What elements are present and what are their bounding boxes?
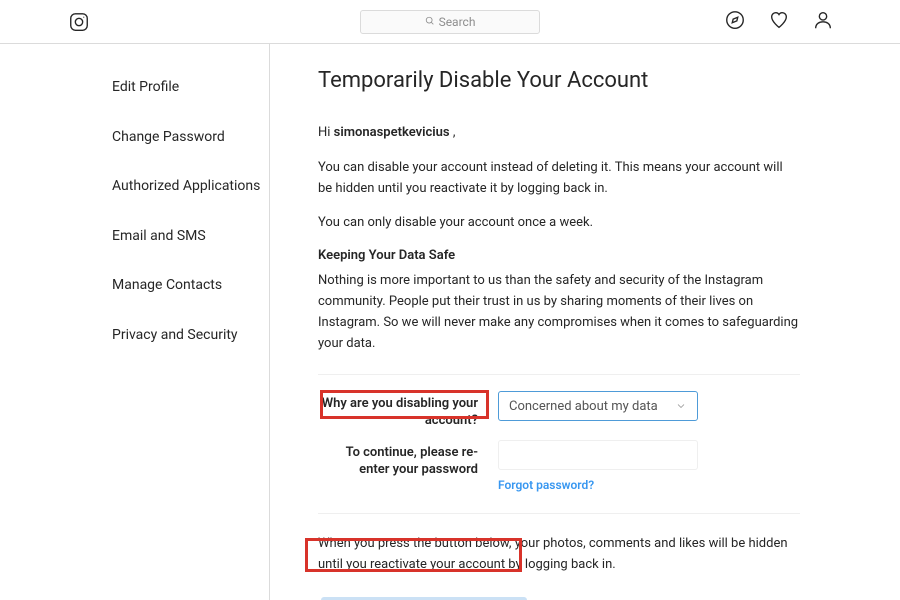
- reason-label: Why are you disabling your account?: [318, 391, 498, 430]
- nav-icons: [724, 9, 834, 35]
- password-row: To continue, please re-enter your passwo…: [318, 440, 800, 493]
- sidebar-item-manage-contacts[interactable]: Manage Contacts: [60, 266, 269, 306]
- safe-heading: Keeping Your Data Safe: [318, 248, 800, 263]
- reason-select[interactable]: Concerned about my data: [498, 391, 698, 421]
- search-wrap: Search: [360, 10, 540, 34]
- sidebar-item-label: Manage Contacts: [112, 277, 222, 293]
- info-paragraph-1: You can disable your account instead of …: [318, 158, 800, 200]
- info-paragraph-3: Nothing is more important to us than the…: [318, 271, 800, 354]
- search-placeholder: Search: [439, 15, 476, 29]
- password-input[interactable]: [498, 440, 698, 470]
- top-nav: Search: [0, 0, 900, 44]
- sidebar-item-authorized-apps[interactable]: Authorized Applications: [60, 167, 269, 207]
- explore-icon[interactable]: [724, 9, 746, 35]
- sidebar-item-privacy-security[interactable]: Privacy and Security: [60, 316, 269, 356]
- reason-value: Concerned about my data: [509, 399, 658, 414]
- info-paragraph-2: You can only disable your account once a…: [318, 213, 800, 234]
- forgot-password-link[interactable]: Forgot password?: [498, 478, 594, 492]
- sidebar-item-email-sms[interactable]: Email and SMS: [60, 217, 269, 257]
- sidebar-item-label: Change Password: [112, 129, 225, 145]
- instagram-icon: [68, 11, 90, 33]
- logo[interactable]: [60, 11, 260, 33]
- heart-icon[interactable]: [768, 9, 790, 35]
- main-panel: Temporarily Disable Your Account Hi simo…: [270, 44, 840, 600]
- password-label: To continue, please re-enter your passwo…: [318, 440, 498, 479]
- profile-icon[interactable]: [812, 9, 834, 35]
- divider: [318, 374, 800, 375]
- sidebar-item-edit-profile[interactable]: Edit Profile: [60, 68, 269, 108]
- sidebar-item-label: Authorized Applications: [112, 178, 260, 194]
- page-title: Temporarily Disable Your Account: [318, 68, 800, 93]
- divider: [318, 513, 800, 514]
- sidebar-item-label: Privacy and Security: [112, 327, 238, 343]
- search-input[interactable]: Search: [360, 10, 540, 34]
- settings-sidebar: Edit Profile Change Password Authorized …: [60, 44, 270, 600]
- sidebar-item-change-password[interactable]: Change Password: [60, 118, 269, 158]
- chevron-down-icon: [675, 400, 687, 412]
- greeting: Hi simonaspetkevicius ,: [318, 123, 800, 144]
- sidebar-item-label: Edit Profile: [112, 79, 179, 95]
- final-note: When you press the button below, your ph…: [318, 534, 800, 576]
- reason-row: Why are you disabling your account? Conc…: [318, 391, 800, 430]
- sidebar-item-label: Email and SMS: [112, 228, 206, 244]
- search-icon: [425, 15, 435, 29]
- content: Edit Profile Change Password Authorized …: [0, 44, 900, 600]
- username: simonaspetkevicius: [334, 125, 450, 140]
